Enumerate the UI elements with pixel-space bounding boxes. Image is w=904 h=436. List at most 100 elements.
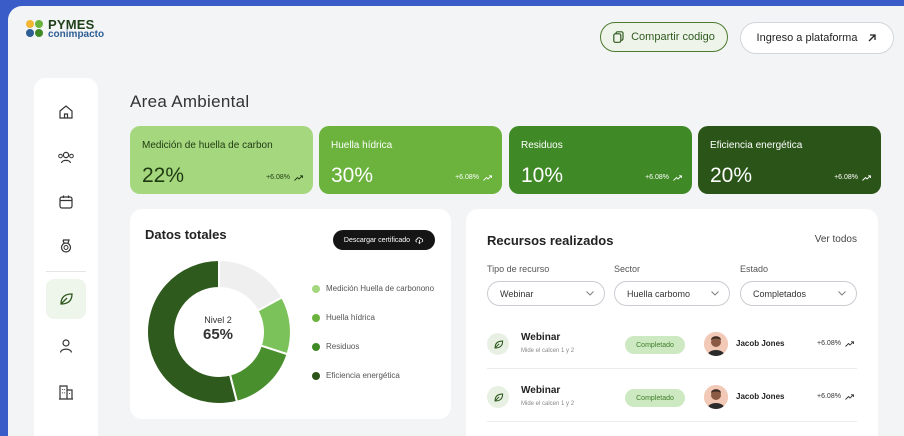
trend-up-icon: [294, 174, 303, 181]
metric-card-label: Huella hídrica: [331, 140, 393, 151]
legend-item: Huella hídrica: [312, 313, 375, 322]
metric-card[interactable]: Residuos 10% +6.08%: [509, 126, 692, 194]
trend-up-icon: [862, 174, 871, 181]
chevron-down-icon: [711, 291, 719, 296]
donut-level-value: 65%: [202, 326, 234, 343]
leaf-icon: [487, 333, 509, 355]
logo-subtitle: conimpacto: [48, 29, 105, 40]
chevron-down-icon: [838, 291, 846, 296]
sidebar-item-profile[interactable]: [46, 326, 86, 366]
resource-change-value: +6.08%: [817, 393, 841, 400]
copy-icon: [613, 31, 624, 43]
sidebar-item-badge[interactable]: [46, 226, 86, 266]
legend-label: Eficiencia energética: [326, 371, 400, 380]
metric-card-change-value: +6.08%: [645, 174, 669, 181]
badge-icon: [60, 239, 72, 253]
filter-select-value: Webinar: [500, 288, 534, 299]
donut-level-label: Nivel 2: [204, 315, 232, 325]
metric-card-value: 22%: [142, 164, 185, 187]
metric-card-label: Eficiencia energética: [710, 140, 803, 151]
metric-card-change-value: +6.08%: [266, 174, 290, 181]
filter-select-value: Huella carbomo: [627, 288, 691, 299]
metric-card[interactable]: Eficiencia energética 20% +6.08%: [698, 126, 881, 194]
user-icon: [59, 339, 73, 353]
donut-center: Nivel 2 65%: [182, 315, 254, 343]
legend-item: Eficiencia energética: [312, 371, 400, 380]
metric-card-value: 20%: [710, 164, 753, 187]
platform-login-label: Ingreso a plataforma: [756, 32, 858, 44]
filter-select[interactable]: Huella carbomo: [614, 281, 730, 306]
sidebar: [34, 78, 98, 436]
trend-up-icon: [673, 174, 682, 181]
resource-change-value: +6.08%: [817, 340, 841, 347]
arrow-up-right-icon: [868, 34, 877, 42]
platform-login-button[interactable]: Ingreso a plataforma: [740, 22, 894, 54]
sidebar-item-home[interactable]: [46, 92, 86, 132]
legend-label: Huella hídrica: [326, 313, 375, 322]
resource-row[interactable]: Webinar Mide el calcen 1 y 2 Completado Jac…: [487, 321, 857, 369]
resource-change: +6.08%: [817, 340, 854, 347]
total-data-title: Datos totales: [145, 227, 227, 242]
calendar-icon: [59, 195, 73, 209]
metric-card-change: +6.08%: [645, 174, 682, 181]
sidebar-item-calendar[interactable]: [46, 182, 86, 222]
trend-up-icon: [845, 340, 854, 347]
metric-card-change-value: +6.08%: [455, 174, 479, 181]
metric-card-change-value: +6.08%: [834, 174, 858, 181]
sidebar-item-users[interactable]: [46, 138, 86, 178]
metric-card-value: 30%: [331, 164, 374, 187]
download-certificate-button[interactable]: Descargar certificado: [333, 230, 435, 250]
metric-card[interactable]: Huella hídrica 30% +6.08%: [319, 126, 502, 194]
see-all-link[interactable]: Ver todos: [815, 234, 857, 245]
resource-row[interactable]: Webinar Mide el calcen 1 y 2 Completado Jac…: [487, 374, 857, 422]
download-certificate-label: Descargar certificado: [343, 236, 411, 244]
metric-card-change: +6.08%: [834, 174, 871, 181]
metric-card-label: Residuos: [521, 140, 563, 151]
donut-segment: [228, 344, 289, 403]
resource-subtitle: Mide el calcen 1 y 2: [521, 401, 575, 407]
filter-label: Tipo de recurso: [487, 264, 550, 274]
assignee-name: Jacob Jones: [736, 339, 785, 348]
legend-item: Medición Huella de carbonono: [312, 284, 434, 293]
resource-title: Webinar: [521, 332, 561, 343]
filter-select[interactable]: Completados: [740, 281, 857, 306]
metric-card[interactable]: Medición de huella de carbon 22% +6.08%: [130, 126, 313, 194]
assignee-name: Jacob Jones: [736, 392, 785, 401]
chevron-down-icon: [586, 291, 594, 296]
share-code-label: Compartir codigo: [631, 31, 715, 43]
home-icon: [59, 105, 73, 119]
total-data-panel: Datos totales Descargar certificado Nive…: [130, 209, 451, 419]
page-title: Area Ambiental: [130, 92, 250, 111]
app-frame: PYMES conimpacto Compartir codigo Ingres…: [8, 6, 904, 436]
legend-label: Medición Huella de carbonono: [326, 284, 435, 293]
leaf-icon: [487, 386, 509, 408]
legend-item: Residuos: [312, 342, 359, 351]
building-icon: [59, 385, 73, 400]
filter-label: Sector: [614, 264, 641, 274]
logo[interactable]: PYMES conimpacto: [26, 18, 105, 40]
trend-up-icon: [483, 174, 492, 181]
sidebar-item-company[interactable]: [46, 372, 86, 412]
resource-subtitle: Mide el calcen 1 y 2: [521, 348, 575, 354]
legend-label: Residuos: [326, 342, 360, 351]
status-badge: Completado: [625, 389, 685, 407]
filter-select[interactable]: Webinar: [487, 281, 605, 306]
legend-dot: [312, 342, 320, 351]
resource-change: +6.08%: [817, 393, 854, 400]
share-code-button[interactable]: Compartir codigo: [600, 22, 728, 52]
metric-card-change: +6.08%: [455, 174, 492, 181]
filter-select-value: Completados: [753, 288, 807, 299]
avatar: [704, 385, 728, 409]
legend-dot: [312, 313, 320, 322]
resources-title: Recursos realizados: [487, 233, 614, 248]
metric-card-value: 10%: [521, 164, 564, 187]
sidebar-item-environment[interactable]: [46, 279, 86, 319]
avatar: [704, 332, 728, 356]
cloud-download-icon: [415, 237, 424, 244]
metric-card-label: Medición de huella de carbon: [142, 140, 273, 151]
resources-panel: Recursos realizados Ver todos Tipo de re…: [466, 209, 878, 436]
logo-mark-icon: [26, 20, 46, 40]
leaf-icon: [60, 293, 73, 305]
status-badge: Completado: [625, 336, 685, 354]
legend-dot: [312, 284, 320, 293]
